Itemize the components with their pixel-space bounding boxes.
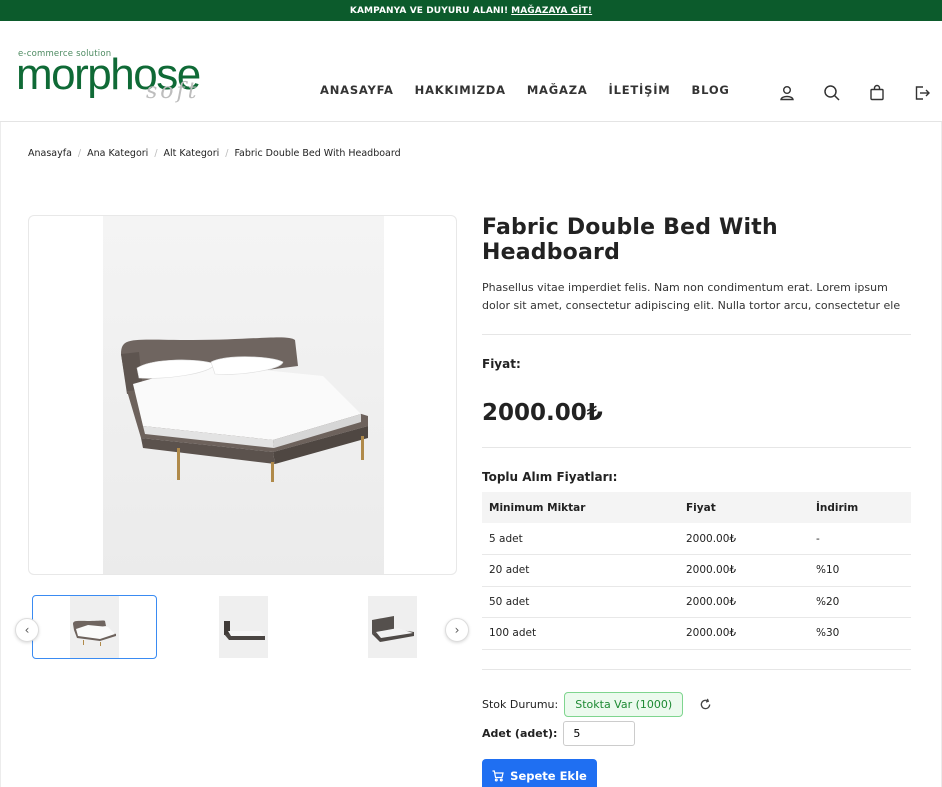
breadcrumb-category[interactable]: Ana Kategori xyxy=(87,148,148,159)
breadcrumb-separator: / xyxy=(154,148,158,159)
chevron-left-icon[interactable]: ‹ xyxy=(15,618,39,642)
store-link[interactable]: MAĞAZAYA GİT! xyxy=(511,6,592,16)
thumbnail-image xyxy=(368,596,417,658)
column-header: Minimum Miktar xyxy=(482,492,679,523)
table-cell: 2000.00₺ xyxy=(679,586,809,618)
stock-row: Stok Durumu: Stokta Var (1000) xyxy=(482,691,911,717)
logo-soft: soft xyxy=(146,79,200,104)
table-cell: 5 adet xyxy=(482,523,679,555)
add-to-cart-button[interactable]: Sepete Ekle xyxy=(482,758,597,787)
table-row: 20 adet 2000.00₺ %10 xyxy=(482,554,911,587)
product-page: Anasayfa / Ana Kategori / Alt Kategori /… xyxy=(0,122,942,787)
product-title: Fabric Double Bed With Headboard xyxy=(482,215,778,265)
logo[interactable]: e-commerce solution morphose soft xyxy=(16,49,216,119)
table-cell: 100 adet xyxy=(482,617,679,650)
product-price: 2000.00₺ xyxy=(482,400,603,426)
breadcrumb-home[interactable]: Anasayfa xyxy=(28,148,72,159)
cart-icon xyxy=(492,769,504,782)
bulk-pricing-table: Minimum Miktar Fiyat İndirim 5 adet 2000… xyxy=(482,492,911,650)
breadcrumb-subcategory[interactable]: Alt Kategori xyxy=(164,148,220,159)
divider xyxy=(482,668,911,670)
thumbnail-image xyxy=(219,596,268,658)
bed-photo xyxy=(103,216,384,574)
table-row: 100 adet 2000.00₺ %30 xyxy=(482,617,911,650)
divider xyxy=(482,334,911,335)
breadcrumb: Anasayfa / Ana Kategori / Alt Kategori /… xyxy=(28,148,401,159)
breadcrumb-current: Fabric Double Bed With Headboard xyxy=(234,148,401,159)
nav-about[interactable]: HAKKIMIZDA xyxy=(415,83,506,97)
breadcrumb-separator: / xyxy=(77,148,82,159)
price-label: Fiyat: xyxy=(482,357,521,371)
table-cell: 2000.00₺ xyxy=(679,554,809,587)
header-actions xyxy=(752,83,932,103)
quantity-row: Adet (adet): xyxy=(482,720,911,746)
search-icon[interactable] xyxy=(822,83,842,103)
table-cell: %20 xyxy=(809,586,911,618)
table-row: 5 adet 2000.00₺ - xyxy=(482,523,911,555)
table-cell: 20 adet xyxy=(482,554,679,587)
announcement-bar: KAMPANYA VE DUYURU ALANI! MAĞAZAYA GİT! xyxy=(0,0,942,21)
site-header: e-commerce solution morphose soft ANASAY… xyxy=(0,21,942,122)
main-nav: ANASAYFA HAKKIMIZDA MAĞAZA İLETİŞİM BLOG xyxy=(320,83,751,97)
table-cell: - xyxy=(809,523,911,555)
nav-home[interactable]: ANASAYFA xyxy=(320,83,394,97)
table-cell: 2000.00₺ xyxy=(679,523,809,555)
thumbnail-3[interactable] xyxy=(330,595,455,659)
table-cell: 2000.00₺ xyxy=(679,617,809,650)
thumbnail-carousel: ‹ › xyxy=(15,594,470,660)
table-cell: %30 xyxy=(809,617,911,650)
add-to-cart-label: Sepete Ekle xyxy=(510,768,587,783)
table-cell: 50 adet xyxy=(482,586,679,618)
quantity-input[interactable] xyxy=(563,720,636,746)
product-description: Phasellus vitae imperdiet felis. Nam non… xyxy=(482,281,901,312)
shopping-bag-icon[interactable] xyxy=(867,83,887,103)
nav-contact[interactable]: İLETİŞİM xyxy=(609,83,671,97)
chevron-right-icon[interactable]: › xyxy=(445,618,469,642)
bulk-pricing-label: Toplu Alım Fiyatları: xyxy=(482,470,618,484)
table-cell: %10 xyxy=(809,554,911,587)
logout-icon[interactable] xyxy=(912,83,932,103)
thumbnail-2[interactable] xyxy=(181,595,306,659)
stock-status-badge: Stokta Var (1000) xyxy=(564,691,684,717)
product-info: Fabric Double Bed With Headboard Phasell… xyxy=(482,215,911,787)
nav-blog[interactable]: BLOG xyxy=(692,83,730,97)
breadcrumb-separator: / xyxy=(225,148,229,159)
user-icon[interactable] xyxy=(777,83,797,103)
product-main-image[interactable] xyxy=(28,215,457,575)
table-row: 50 adet 2000.00₺ %20 xyxy=(482,586,911,618)
divider xyxy=(482,447,911,448)
stock-label: Stok Durumu: xyxy=(482,697,559,711)
table-header-row: Minimum Miktar Fiyat İndirim xyxy=(482,492,911,523)
thumbnail-image xyxy=(70,596,119,658)
column-header: Fiyat xyxy=(679,492,809,523)
announcement-text: KAMPANYA VE DUYURU ALANI! xyxy=(349,5,509,16)
refresh-icon[interactable] xyxy=(699,698,712,711)
quantity-label: Adet (adet): xyxy=(482,726,558,740)
column-header: İndirim xyxy=(809,492,911,523)
thumbnail-1[interactable] xyxy=(32,595,157,659)
nav-store[interactable]: MAĞAZA xyxy=(527,83,588,97)
